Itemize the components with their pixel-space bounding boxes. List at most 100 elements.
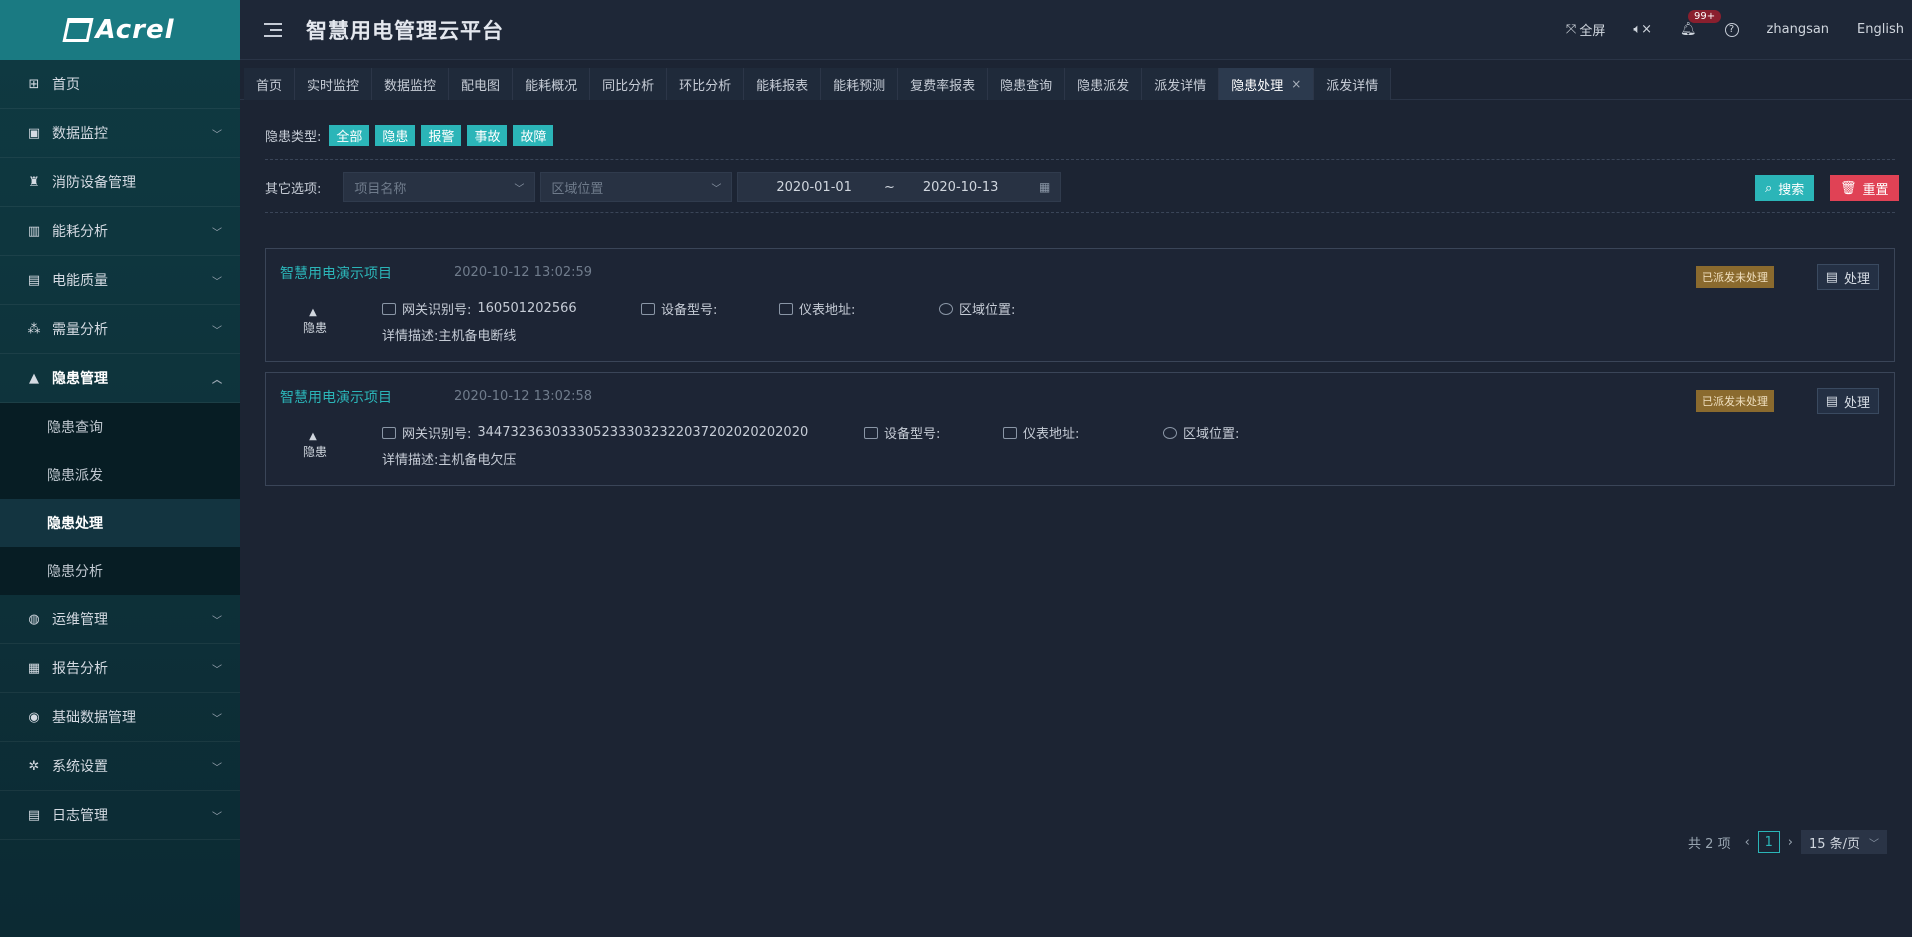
tab-label: 能耗报表 [756, 78, 809, 94]
sidebar-subitem-hazard-query[interactable]: 隐患查询 [0, 403, 240, 451]
sidebar-subitem-hazard-analysis[interactable]: 隐患分析 [0, 547, 240, 595]
type-hazard-button[interactable]: 隐患 [375, 125, 416, 146]
record-kind-label: 隐患 [303, 321, 328, 335]
tab-home[interactable]: 首页 [244, 68, 296, 100]
tab-distribution-diagram[interactable]: 配电图 [449, 68, 514, 100]
device-icon [864, 426, 878, 439]
sidebar-item-label: 需量分析 [52, 322, 108, 338]
search-button[interactable]: ⌕ 搜索 [1755, 175, 1815, 201]
sidebar-item-energy-analysis[interactable]: ▥ 能耗分析 ﹀ [0, 207, 240, 256]
tab-energy-forecast[interactable]: 能耗预测 [821, 68, 899, 100]
sidebar-item-base-data[interactable]: ◉ 基础数据管理 ﹀ [0, 693, 240, 742]
notification-badge: 99+ [1688, 10, 1722, 23]
tab-hazard-query[interactable]: 隐患查询 [988, 68, 1066, 100]
type-all-button[interactable]: 全部 [329, 125, 370, 146]
logo-text: Acrel [95, 15, 175, 45]
tab-hazard-dispatch[interactable]: 隐患派发 [1065, 68, 1143, 100]
page-size-select[interactable]: 15 条/页 ﹀ [1801, 830, 1887, 854]
gateway-label: 网关识别号: [402, 303, 472, 318]
reset-button[interactable]: 🗑︎ 重置 [1830, 175, 1899, 201]
language-switch[interactable]: English [1857, 22, 1904, 37]
sidebar-item-data-monitor[interactable]: ▣ 数据监控 ﹀ [0, 109, 240, 158]
fullscreen-button[interactable]: ⤧ 全屏 [1566, 20, 1605, 39]
chevron-up-icon: ︿ [212, 374, 222, 386]
prev-page-icon[interactable]: ‹ [1745, 835, 1750, 850]
notification-button[interactable]: 🔔︎ 99+ [1680, 10, 1722, 37]
sidebar-item-system-settings[interactable]: ✲ 系统设置 ﹀ [0, 742, 240, 791]
next-page-icon[interactable]: › [1788, 835, 1793, 850]
project-link[interactable]: 智慧用电演示项目 [280, 263, 392, 283]
chevron-down-icon: ﹀ [212, 276, 222, 288]
expand-icon: ⤧ [1565, 22, 1577, 37]
sidebar-item-label: 系统设置 [52, 759, 108, 775]
tab-label: 能耗概况 [525, 78, 578, 94]
sidebar-item-label: 基础数据管理 [52, 710, 136, 726]
reset-button-label: 重置 [1862, 182, 1889, 198]
page-button-current[interactable]: 1 [1757, 831, 1780, 853]
tab-hazard-handle[interactable]: 隐患处理 × [1219, 68, 1315, 100]
monitor-icon: ▣ [27, 125, 41, 141]
top-header: 智慧用电管理云平台 ⤧ 全屏 🔈︎× 🔔︎ 99+ ? zhangsan Eng… [240, 0, 1912, 60]
date-end[interactable]: 2020-10-13 [923, 180, 999, 195]
tab-yoy-analysis[interactable]: 同比分析 [590, 68, 668, 100]
area-field: 区域位置: [1163, 423, 1239, 442]
close-icon[interactable]: × [1291, 77, 1301, 91]
type-accident-button[interactable]: 事故 [467, 125, 508, 146]
warning-icon: ▲ [29, 370, 39, 386]
help-button[interactable]: ? [1724, 22, 1739, 37]
user-menu[interactable]: zhangsan [1767, 22, 1830, 37]
handle-button-label: 处理 [1843, 395, 1870, 411]
type-alarm-button[interactable]: 报警 [421, 125, 462, 146]
sidebar-item-fire-equipment[interactable]: ♜ 消防设备管理 [0, 158, 240, 207]
device-icon [641, 302, 655, 315]
area-select[interactable]: 区域位置 ﹀ [540, 172, 733, 202]
tab-data-monitor[interactable]: 数据监控 [372, 68, 450, 100]
search-icon: ⌕ [1765, 180, 1773, 196]
page-size-value: 15 条/页 [1809, 836, 1861, 852]
tab-multi-rate-report[interactable]: 复费率报表 [898, 68, 989, 100]
pagination: 共 2 项 ‹ 1 › 15 条/页 ﹀ [1688, 830, 1887, 854]
tab-dispatch-detail[interactable]: 派发详情 [1142, 68, 1220, 100]
tab-realtime-monitor[interactable]: 实时监控 [295, 68, 373, 100]
gateway-icon [382, 302, 396, 315]
record-time: 2020-10-12 13:02:58 [454, 389, 593, 404]
chevron-down-icon: ﹀ [212, 762, 222, 774]
sidebar-item-power-quality[interactable]: ▤ 电能质量 ﹀ [0, 256, 240, 305]
tab-energy-report[interactable]: 能耗报表 [744, 68, 822, 100]
logo: Acrel [0, 0, 240, 60]
page-title: 智慧用电管理云平台 [306, 18, 504, 43]
date-range-picker[interactable]: 2020-01-01 ~ 2020-10-13 ▦ [737, 172, 1062, 202]
sidebar-item-label: 消防设备管理 [52, 175, 136, 191]
sidebar-item-home[interactable]: ⊞ 首页 [0, 60, 240, 109]
bell-icon: 🔔︎ [1680, 22, 1697, 37]
sidebar-item-hazard-management[interactable]: ▲ 隐患管理 ︿ [0, 354, 240, 403]
sidebar-item-log[interactable]: ▤ 日志管理 ﹀ [0, 791, 240, 840]
meter-address-field: 仪表地址: [779, 299, 855, 318]
tab-mom-analysis[interactable]: 环比分析 [667, 68, 745, 100]
menu-toggle-icon[interactable] [264, 22, 282, 37]
sidebar-subitem-hazard-dispatch[interactable]: 隐患派发 [0, 451, 240, 499]
type-filter-label: 隐患类型: [265, 130, 322, 145]
mute-button[interactable]: 🔈︎× [1633, 22, 1652, 37]
project-select[interactable]: 项目名称 ﹀ [343, 172, 536, 202]
database-icon: ◉ [28, 709, 40, 725]
tab-dispatch-detail-2[interactable]: 派发详情 [1314, 68, 1392, 100]
project-link[interactable]: 智慧用电演示项目 [280, 387, 392, 407]
handle-button[interactable]: ▤ 处理 [1816, 264, 1879, 290]
sidebar-item-report[interactable]: ▦ 报告分析 ﹀ [0, 644, 240, 693]
bar-chart-icon: ▥ [27, 223, 41, 239]
tab-energy-overview[interactable]: 能耗概况 [513, 68, 591, 100]
gateway-field: 网关识别号: 344732363033305233303232203720202… [382, 423, 808, 442]
date-start[interactable]: 2020-01-01 [776, 180, 852, 195]
sidebar-item-demand-analysis[interactable]: ⁂ 需量分析 ﹀ [0, 305, 240, 354]
chevron-down-icon: ﹀ [212, 664, 222, 676]
type-fault-button[interactable]: 故障 [513, 125, 554, 146]
search-button-label: 搜索 [1778, 182, 1805, 198]
sidebar-item-operation[interactable]: ◍ 运维管理 ﹀ [0, 595, 240, 644]
calendar-icon: ▦ [1039, 180, 1051, 194]
sidebar-subitem-hazard-handle[interactable]: 隐患处理 [0, 499, 240, 547]
settings-icon: ✲ [28, 758, 40, 774]
report-icon: ▦ [27, 660, 41, 676]
divider [265, 159, 1895, 160]
handle-button[interactable]: ▤ 处理 [1816, 388, 1879, 414]
